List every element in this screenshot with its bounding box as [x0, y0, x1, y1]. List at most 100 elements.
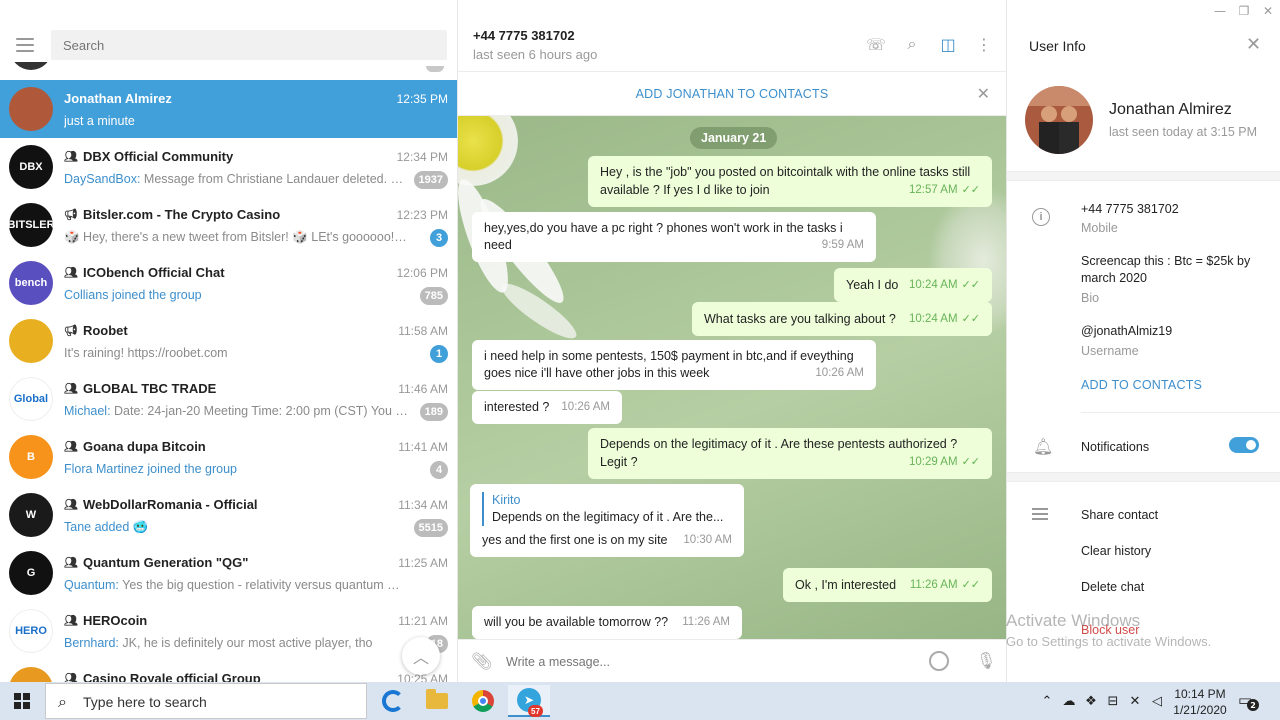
chrome-app[interactable] [462, 685, 504, 717]
chat-preview-text: Flora Martinez joined the group [64, 462, 238, 476]
chat-name-text: WebDollarRomania - Official [82, 497, 258, 512]
chat-list-item[interactable]: bench 👥︎ ICObench Official Chat 12:06 PM Col… [0, 254, 457, 312]
outgoing-message[interactable]: Ok , I'm interested 11:26 AM ✓✓ [783, 568, 992, 602]
message-text: will you be available tomorrow ?? [484, 615, 669, 629]
clear-history-button[interactable]: Clear history [1081, 544, 1151, 558]
close-icon[interactable]: ✕ [977, 84, 990, 104]
group-icon: 👥︎ [64, 556, 78, 569]
chat-name-text: Goana dupa Bitcoin [82, 439, 206, 454]
chat-name: 👥︎ Casino Royale official Group [64, 671, 261, 682]
chevron-up-icon[interactable]: ⌃ [1040, 694, 1054, 709]
chat-list-item[interactable]: BITSLER 📢︎ Bitsler.com - The Crypto Casino… [0, 196, 457, 254]
message-meta: 10:26 AM [561, 399, 610, 416]
dropbox-icon[interactable]: ❖ [1084, 694, 1098, 709]
message-meta: 9:59 AM [822, 237, 864, 254]
info-icon: i [1032, 208, 1050, 226]
network-icon[interactable]: ⊟ [1106, 694, 1120, 709]
partial-chat-row[interactable] [0, 62, 457, 80]
message-text: goes nice i'll have other jobs in this w… [484, 366, 710, 380]
telegram-window: — ❐ ✕ Jonathan Almirez 12:35 PM just a min… [0, 0, 1280, 682]
search-icon[interactable]: ⌕ [902, 34, 922, 54]
profile-last-seen: last seen today at 3:15 PM [1109, 125, 1258, 139]
incoming-message[interactable]: i need help in some pentests, 150$ payme… [472, 340, 876, 390]
taskbar-clock[interactable]: 10:14 PM 1/21/2020 [1168, 686, 1232, 718]
microphone-icon[interactable]: 🎙︎ [976, 651, 996, 670]
outgoing-message[interactable]: What tasks are you talking about ? 10:24 … [692, 302, 992, 336]
incoming-message[interactable]: hey,yes,do you have a pc right ? phones … [472, 212, 876, 262]
reply-quote[interactable]: Kirito Depends on the legitimacy of it . … [482, 492, 732, 526]
chat-list-item[interactable]: HERO 👥︎ HEROcoin 11:21 AM Bernhard: JK, he i… [0, 602, 457, 660]
phone-value[interactable]: +44 7775 381702 [1081, 201, 1266, 218]
add-to-contacts-button[interactable]: ADD JONATHAN TO CONTACTS [458, 87, 1006, 101]
profile-avatar[interactable] [1025, 86, 1093, 154]
emoji-icon[interactable] [929, 651, 949, 671]
chat-list-item[interactable]: Global 👥︎ GLOBAL TBC TRADE 11:46 AM Michael:… [0, 370, 457, 428]
message-text: Hey , is the "job" you posted on bitcoin… [600, 165, 971, 179]
delete-chat-button[interactable]: Delete chat [1081, 580, 1144, 594]
incoming-message[interactable]: will you be available tomorrow ?? 11:26 A… [472, 606, 742, 639]
group-icon: 👥︎ [64, 150, 78, 163]
chat-list-item[interactable]: B 👥︎ Goana dupa Bitcoin 11:41 AM Flora Marti… [0, 428, 457, 486]
message-time: 9:59 AM [821, 239, 864, 251]
close-window-icon[interactable]: ✕ [1256, 0, 1280, 22]
chat-name: 👥︎ Goana dupa Bitcoin [64, 439, 206, 454]
hamburger-menu-icon[interactable] [16, 38, 34, 52]
message-text: yes and the first one is on my site [482, 533, 668, 547]
action-center-icon[interactable]: ▭ 2 [1238, 691, 1259, 711]
add-to-contacts-link[interactable]: ADD TO CONTACTS [1081, 378, 1202, 392]
chat-list-item[interactable]: W 👥︎ WebDollarRomania - Official 11:34 AM Ta… [0, 486, 457, 544]
restore-icon[interactable]: ❐ [1232, 0, 1256, 22]
bio-label: Bio [1081, 291, 1100, 305]
chat-preview-text: 🎲 Hey, there's a new tweet from Bitsler!… [64, 230, 409, 244]
date-separator: January 21 [690, 127, 778, 149]
bio-value[interactable]: Screencap this : Btc = $25k by march 202… [1081, 253, 1266, 287]
chat-preview-text: Tane added 🥶 [64, 520, 149, 534]
taskbar-search[interactable]: ⌕ Type here to search [45, 683, 367, 719]
minimize-icon[interactable]: — [1208, 0, 1232, 22]
message-input[interactable] [506, 652, 906, 672]
conversation-panel: +44 7775 381702 last seen 6 hours ago ☏ … [458, 0, 1006, 682]
volume-mute-icon[interactable]: ◁ [1150, 694, 1164, 709]
chevron-up-icon[interactable]: ︿ [402, 637, 440, 675]
chat-avatar: W [9, 493, 53, 537]
file-explorer-app[interactable] [416, 685, 458, 717]
search-icon: ⌕ [58, 692, 67, 711]
incoming-message[interactable]: Kirito Depends on the legitimacy of it . … [470, 484, 744, 557]
notifications-toggle[interactable] [1229, 437, 1259, 453]
group-icon: 👥︎ [64, 382, 78, 395]
more-vertical-icon[interactable]: ⋮ [974, 34, 994, 54]
chat-time: 11:34 AM [398, 498, 448, 512]
chat-name: 👥︎ GLOBAL TBC TRADE [64, 381, 216, 396]
chat-header[interactable]: +44 7775 381702 last seen 6 hours ago ☏ … [458, 0, 1006, 72]
incoming-message[interactable]: interested ? 10:26 AM [472, 391, 622, 424]
daisy-decoration [458, 116, 518, 186]
windows-logo-icon [14, 693, 30, 709]
add-contacts-bar: ADD JONATHAN TO CONTACTS ✕ [458, 72, 1006, 116]
outgoing-message[interactable]: Yeah I do 10:24 AM ✓✓ [834, 268, 992, 302]
chat-time: 12:23 PM [396, 208, 448, 222]
outgoing-message[interactable]: Depends on the legitimacy of it . Are th… [588, 428, 992, 479]
language-icon[interactable]: ✕ [1128, 694, 1142, 709]
cloud-icon[interactable]: ☁ [1062, 694, 1076, 709]
search-input[interactable] [51, 30, 447, 60]
close-icon[interactable]: ✕ [1246, 34, 1261, 55]
outgoing-message[interactable]: Hey , is the "job" you posted on bitcoin… [588, 156, 992, 207]
unread-badge: 4 [430, 461, 448, 479]
start-button[interactable] [0, 682, 44, 720]
edge-app[interactable] [372, 685, 414, 717]
chat-list-item[interactable]: DBX 👥︎ DBX Official Community 12:34 PM DaySa… [0, 138, 457, 196]
phone-label: Mobile [1081, 221, 1118, 235]
chat-title: +44 7775 381702 [473, 28, 575, 43]
chat-list-item[interactable]: Jonathan Almirez 12:35 PM just a minute [0, 80, 457, 138]
chat-list-item[interactable]: G 👥︎ Quantum Generation "QG" 11:25 AM Quantu… [0, 544, 457, 602]
chat-list-item[interactable]: 👥︎ Casino Royale official Group 10:25 AM [0, 660, 457, 682]
paperclip-icon[interactable]: 📎︎ [471, 652, 493, 672]
chat-preview: Michael: Date: 24-jan-20 Meeting Time: 2… [64, 404, 409, 418]
username-value[interactable]: @jonathAlmiz19 [1081, 323, 1266, 340]
chat-preview: Flora Martinez joined the group [64, 462, 409, 476]
phone-icon[interactable]: ☏ [866, 34, 886, 54]
chat-name: 📢︎ Roobet [64, 323, 128, 338]
side-panel-icon[interactable]: ◫ [938, 34, 958, 54]
chat-list-item[interactable]: 📢︎ Roobet 11:58 AM It's raining! https://ro… [0, 312, 457, 370]
share-contact-button[interactable]: Share contact [1081, 508, 1158, 522]
